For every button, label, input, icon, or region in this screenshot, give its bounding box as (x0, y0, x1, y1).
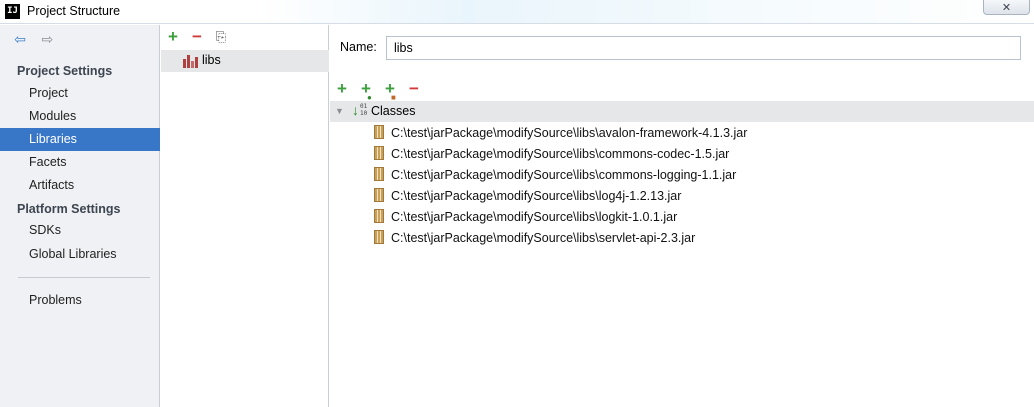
sidebar-item-facets[interactable]: Facets (0, 151, 160, 174)
classes-label: Classes (371, 104, 416, 118)
sidebar-item-global-libraries[interactable]: Global Libraries (0, 243, 160, 266)
library-icon (183, 54, 198, 68)
add-library-icon[interactable]: + (164, 28, 182, 46)
attach-files-icon[interactable]: + ■ (381, 80, 399, 103)
close-button[interactable]: ✕ (983, 0, 1030, 15)
jar-list-item[interactable]: C:\test\jarPackage\modifySource\libs\log… (330, 185, 1034, 206)
jar-path: C:\test\jarPackage\modifySource\libs\ava… (391, 126, 748, 140)
classes-root-icon: ↓ 01 10 (352, 102, 368, 118)
jar-icon (374, 230, 384, 244)
jar-list-item[interactable]: C:\test\jarPackage\modifySource\libs\com… (330, 164, 1034, 185)
add-root-icon[interactable]: + (333, 80, 351, 98)
classes-tree-node[interactable]: ▼ ↓ 01 10 Classes (330, 101, 1034, 122)
title-bar: IJ Project Structure ✕ (0, 0, 1034, 24)
back-arrow-icon[interactable]: ⇦ (12, 32, 28, 46)
remove-root-icon[interactable]: − (405, 80, 423, 98)
sidebar-item-modules[interactable]: Modules (0, 105, 160, 128)
jar-path: C:\test\jarPackage\modifySource\libs\com… (391, 147, 730, 161)
close-icon: ✕ (1001, 2, 1012, 14)
jar-path: C:\test\jarPackage\modifySource\libs\log… (391, 210, 678, 224)
library-detail-panel: Name: libs + + ● + ■ − ▼ ↓ 01 10 Classes C:\… (330, 25, 1034, 407)
classes-toolbar: + + ● + ■ − (330, 78, 1034, 103)
jar-icon (374, 167, 384, 181)
window-title: Project Structure (27, 4, 121, 18)
section-platform-settings: Platform Settings (17, 202, 121, 216)
library-name-input[interactable]: libs (386, 36, 1021, 60)
name-label: Name: (340, 40, 377, 54)
jar-path: C:\test\jarPackage\modifySource\libs\com… (391, 168, 737, 182)
nav-history: ⇦ ⇨ (12, 32, 63, 47)
jar-list-item[interactable]: C:\test\jarPackage\modifySource\libs\ava… (330, 122, 1034, 143)
sidebar-item-problems[interactable]: Problems (0, 289, 160, 312)
jar-icon (374, 146, 384, 160)
collapse-triangle-icon[interactable]: ▼ (335, 106, 344, 116)
remove-library-icon[interactable]: − (188, 28, 206, 46)
jar-icon (374, 209, 384, 223)
copy-library-icon[interactable]: ⎘ (212, 28, 230, 46)
jar-list-item[interactable]: C:\test\jarPackage\modifySource\libs\log… (330, 206, 1034, 227)
jar-list-item[interactable]: C:\test\jarPackage\modifySource\libs\ser… (330, 227, 1034, 248)
jar-path: C:\test\jarPackage\modifySource\libs\ser… (391, 231, 696, 245)
add-classes-icon[interactable]: + ● (357, 80, 375, 103)
jar-path: C:\test\jarPackage\modifySource\libs\log… (391, 189, 682, 203)
forward-arrow-icon[interactable]: ⇨ (39, 32, 55, 46)
library-list-panel: + − ⎘ libs (161, 25, 329, 407)
jar-icon (374, 125, 384, 139)
sidebar-item-artifacts[interactable]: Artifacts (0, 174, 160, 197)
jar-icon (374, 188, 384, 202)
section-project-settings: Project Settings (17, 64, 113, 78)
sidebar-item-sdks[interactable]: SDKs (0, 219, 160, 242)
library-list-toolbar: + − ⎘ (161, 25, 329, 49)
intellij-app-icon: IJ (5, 4, 20, 19)
settings-sidebar: ⇦ ⇨ Project Settings Project Modules Lib… (0, 25, 160, 407)
sidebar-item-project[interactable]: Project (0, 82, 160, 105)
sidebar-divider (18, 277, 150, 278)
library-list-item[interactable]: libs (161, 50, 329, 72)
jar-list-item[interactable]: C:\test\jarPackage\modifySource\libs\com… (330, 143, 1034, 164)
library-name-label: libs (202, 53, 221, 67)
sidebar-item-libraries[interactable]: Libraries (0, 128, 160, 151)
